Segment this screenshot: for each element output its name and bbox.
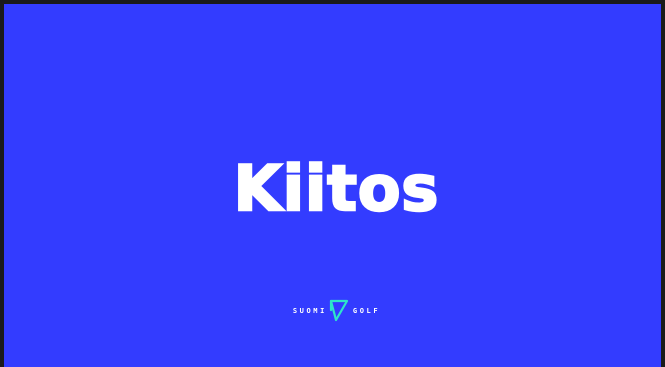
slide: Kiitos SUOMI GOLF [0, 0, 665, 367]
suomigolf-logo: SUOMI GOLF [4, 296, 665, 326]
logo-word-right: GOLF [352, 307, 381, 315]
slide-title: Kiitos [232, 151, 440, 227]
logo-word-left: SUOMI [292, 307, 327, 315]
flag-arrow-icon [329, 299, 349, 322]
